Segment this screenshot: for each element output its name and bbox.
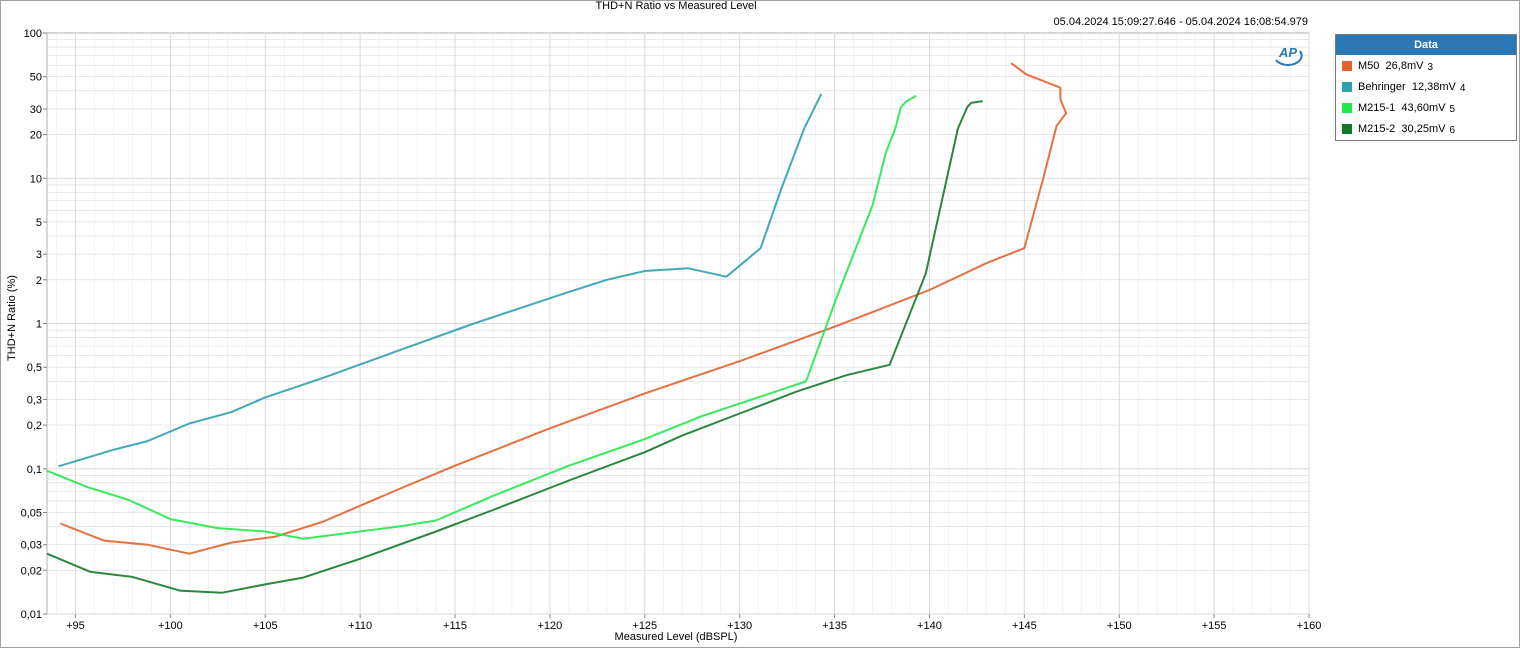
series-line-m50[interactable] xyxy=(59,62,1068,555)
legend-item-behringer[interactable]: Behringer 12,38mV 4 xyxy=(1336,76,1516,97)
legend-title: Data xyxy=(1336,35,1516,55)
x-tick-label: +140 xyxy=(917,620,942,632)
legend-item-index: 5 xyxy=(1449,104,1456,115)
legend-item-m215-1[interactable]: M215-1 43,60mV 5 xyxy=(1336,97,1516,118)
y-tick-label: 0,1 xyxy=(27,464,42,476)
x-tick-label: +135 xyxy=(822,620,847,632)
x-tick-label: +160 xyxy=(1297,620,1322,632)
y-tick-label: 5 xyxy=(36,217,42,229)
y-tick-label: 20 xyxy=(30,130,42,142)
legend-item-name: M215-2 xyxy=(1358,122,1396,135)
x-tick-label: +100 xyxy=(158,620,183,632)
y-tick-label: 0,03 xyxy=(21,540,42,552)
y-tick-label: 0,01 xyxy=(21,609,42,621)
legend-item-index: 4 xyxy=(1459,83,1466,94)
svg-text:AP: AP xyxy=(1278,45,1297,60)
legend-item-value: 26,8mV xyxy=(1385,59,1424,72)
legend-item-value: 43,60mV xyxy=(1401,101,1446,114)
y-tick-label: 50 xyxy=(30,72,42,84)
x-tick-label: +120 xyxy=(538,620,563,632)
legend-item-value: 30,25mV xyxy=(1401,122,1446,135)
legend-swatch xyxy=(1342,60,1352,71)
y-tick-label: 3 xyxy=(36,249,42,261)
legend-item-name: M215-1 xyxy=(1358,101,1396,114)
x-tick-label: +155 xyxy=(1202,620,1227,632)
y-tick-label: 0,05 xyxy=(21,507,42,519)
y-tick-label: 0,3 xyxy=(27,394,42,406)
x-tick-label: +145 xyxy=(1012,620,1037,632)
y-tick-label: 30 xyxy=(30,104,42,116)
y-tick-label: 2 xyxy=(36,275,42,287)
legend-item-name: Behringer xyxy=(1358,80,1406,93)
legend-item-index: 6 xyxy=(1449,125,1456,136)
legend-item-m215-2[interactable]: M215-2 30,25mV 6 xyxy=(1336,118,1516,139)
legend-swatch xyxy=(1342,81,1352,92)
legend-swatch xyxy=(1342,123,1352,134)
x-tick-label: +115 xyxy=(443,620,467,632)
plot-area[interactable]: +95 +100 +105 +110 +115 +120 +125 +130 +135 +140 +… xyxy=(0,0,1520,648)
y-tick-label: 10 xyxy=(30,173,42,185)
y-tick-label: 0,02 xyxy=(21,565,42,577)
legend-item-index: 3 xyxy=(1427,62,1434,73)
series-line-behringer[interactable] xyxy=(58,93,823,468)
x-tick-label: +125 xyxy=(632,620,657,632)
legend-swatch xyxy=(1342,102,1352,113)
series-line-m215-2[interactable] xyxy=(46,100,983,594)
x-tick-label: +110 xyxy=(348,620,372,632)
y-tick-label: 100 xyxy=(24,28,42,40)
legend-item-value: 12,38mV xyxy=(1411,80,1456,93)
y-tick-label: 0,5 xyxy=(27,362,42,374)
legend-item-m50[interactable]: M50 26,8mV 3 xyxy=(1336,55,1516,76)
y-tick-label: 1 xyxy=(36,319,42,331)
x-tick-label: +105 xyxy=(253,620,278,632)
y-tick-label: 0,2 xyxy=(27,420,42,432)
x-tick-label: +150 xyxy=(1107,620,1132,632)
x-tick-label: +130 xyxy=(727,620,752,632)
series-line-m215-1[interactable] xyxy=(46,94,917,540)
legend-item-name: M50 xyxy=(1358,59,1380,72)
ap-logo-icon: AP xyxy=(1275,45,1303,66)
x-tick-label: +95 xyxy=(66,620,85,632)
legend-panel[interactable]: Data M50 26,8mV 3 Behringer 12,38mV 4 M2… xyxy=(1335,34,1517,141)
